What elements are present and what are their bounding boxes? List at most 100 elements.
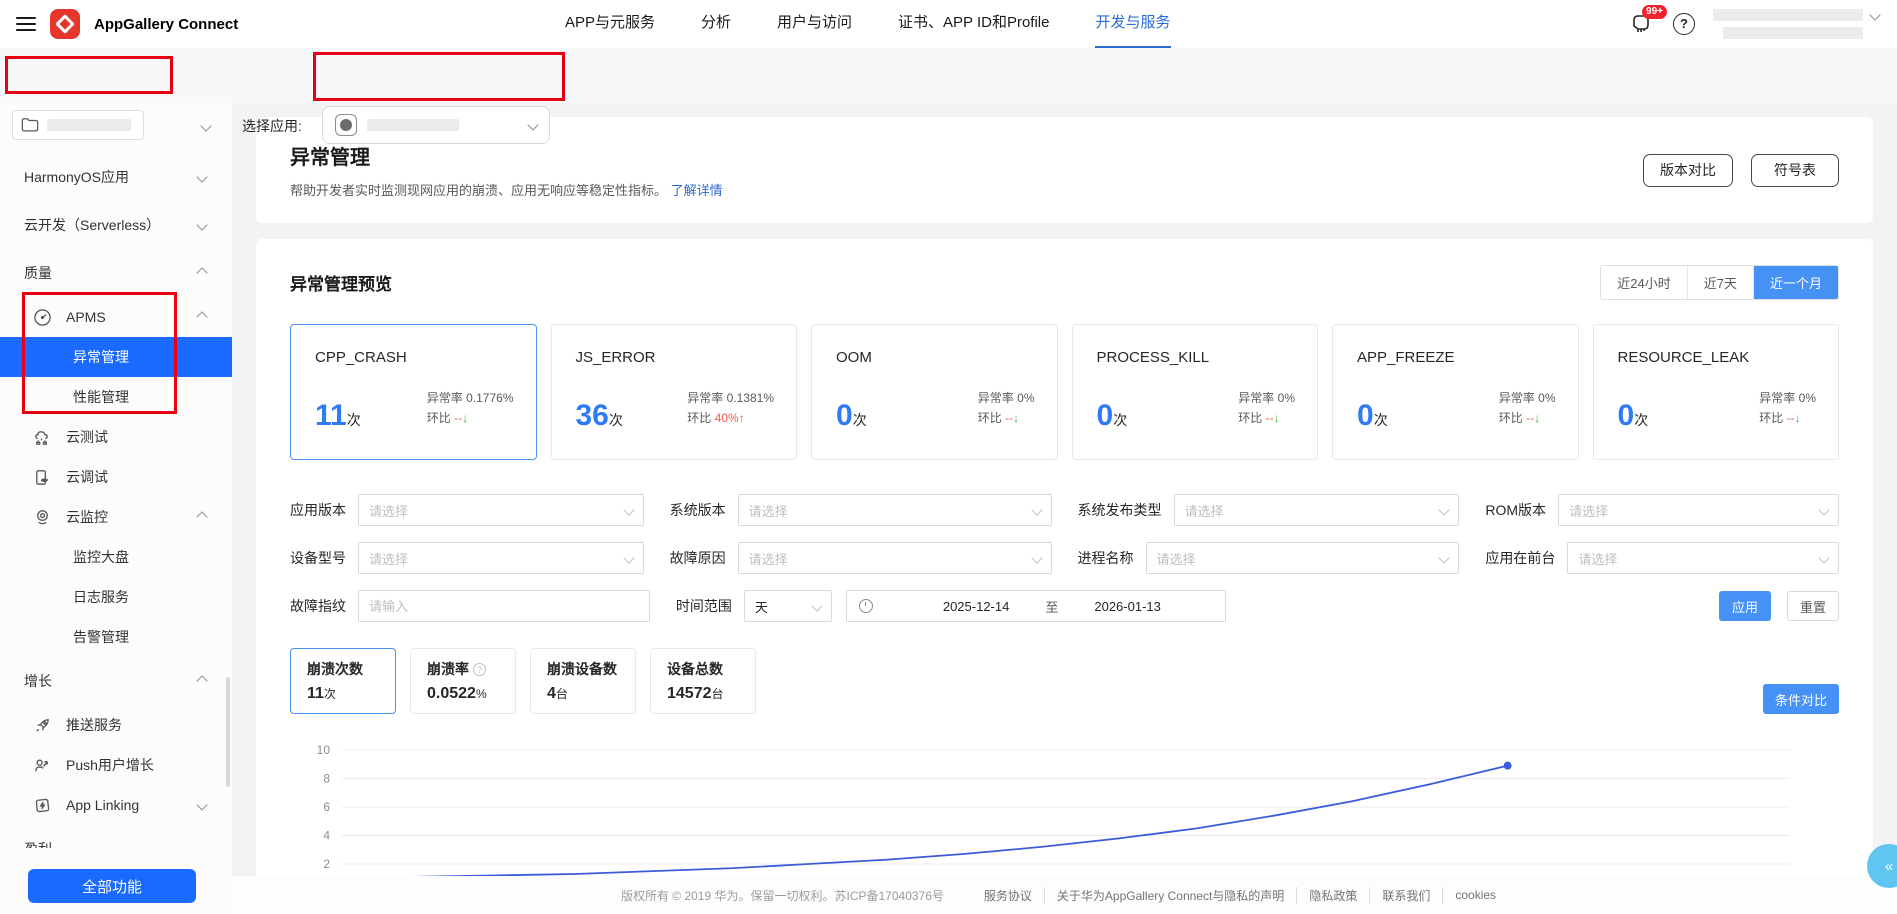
- user-growth-icon: [32, 755, 52, 775]
- notification-bell-icon[interactable]: 99+: [1629, 5, 1667, 37]
- process-name-select[interactable]: 请选择: [1145, 542, 1460, 574]
- sidebar-item-cloud-test[interactable]: 云测试: [0, 417, 232, 457]
- time-filter-7d[interactable]: 近7天: [1687, 266, 1754, 299]
- granularity-select[interactable]: 天: [743, 590, 832, 622]
- fault-reason-select[interactable]: 请选择: [737, 542, 1052, 574]
- nav-cert-appid-profile[interactable]: 证书、APP ID和Profile: [898, 0, 1049, 48]
- sidebar-item-apms[interactable]: APMS: [0, 297, 232, 337]
- chevron-up-icon: [196, 311, 208, 323]
- footer-link-terms[interactable]: 服务协议: [972, 886, 1045, 904]
- time-filter-group: 近24小时 近7天 近一个月: [1600, 265, 1839, 300]
- sidebar-section-quality[interactable]: 质量: [0, 249, 232, 297]
- overview-title: 异常管理预览: [290, 275, 392, 294]
- chevron-down-icon: [622, 552, 635, 564]
- fault-fingerprint-field: [358, 590, 650, 622]
- sidebar-item-harmonyos-app[interactable]: HarmonyOS应用: [0, 153, 232, 201]
- sidebar-section-growth[interactable]: 增长: [0, 657, 232, 705]
- metric-card-resource-leak[interactable]: RESOURCE_LEAK 0次 异常率 0% 环比 --↓: [1592, 324, 1839, 460]
- chevron-down-icon: [1869, 9, 1881, 21]
- start-date: 2025-12-14: [942, 598, 1010, 614]
- copyright-text: 版权所有 © 2019 华为。保留一切权利。苏ICP备17040376号: [620, 888, 944, 903]
- sidebar-item-push-user-growth[interactable]: Push用户增长: [0, 745, 232, 785]
- footer-link-contact[interactable]: 联系我们: [1370, 886, 1444, 904]
- choose-app-label: 选择应用:: [242, 118, 302, 134]
- rom-version-select[interactable]: 请选择: [1558, 494, 1839, 526]
- stat-crash-count[interactable]: 崩溃次数 11次: [290, 648, 396, 714]
- sidebar-item-log-service[interactable]: 日志服务: [0, 577, 232, 617]
- metric-card-js-error[interactable]: JS_ERROR 36次 异常率 0.1381% 环比 40%↑: [550, 324, 797, 460]
- svg-text:6: 6: [323, 800, 330, 814]
- project-selector[interactable]: [12, 110, 144, 140]
- sidebar-item-monitor-dashboard[interactable]: 监控大盘: [0, 537, 232, 577]
- os-version-select[interactable]: 请选择: [737, 494, 1052, 526]
- nav-app-services[interactable]: APP与元服务: [565, 0, 655, 48]
- help-icon[interactable]: ?: [1673, 13, 1695, 35]
- os-release-type-select[interactable]: 请选择: [1173, 494, 1460, 526]
- chevron-down-icon: [1030, 552, 1043, 564]
- sidebar-item-exception-management[interactable]: 异常管理: [0, 337, 232, 377]
- stat-tab-row: 崩溃次数 11次 崩溃率? 0.0522% 崩溃设备数 4台 设备总数 1457…: [290, 648, 1839, 714]
- condition-compare-button[interactable]: 条件对比: [1762, 684, 1839, 714]
- apply-button[interactable]: 应用: [1718, 591, 1771, 621]
- sidebar-item-cloud-debug[interactable]: 云调试: [0, 457, 232, 497]
- footer-link-cookies[interactable]: cookies: [1443, 888, 1508, 902]
- footer-link-privacy-policy[interactable]: 隐私政策: [1297, 886, 1371, 904]
- symbol-table-button[interactable]: 符号表: [1751, 153, 1839, 187]
- sidebar-item-alert-management[interactable]: 告警管理: [0, 617, 232, 657]
- sidebar-item-app-linking[interactable]: App Linking: [0, 785, 232, 825]
- sidebar-scrollbar[interactable]: [226, 677, 230, 787]
- sidebar-item-cloud-dev[interactable]: 云开发（Serverless）: [0, 201, 232, 249]
- sidebar-item-performance-management[interactable]: 性能管理: [0, 377, 232, 417]
- metric-card-cpp-crash[interactable]: CPP_CRASH 11次 异常率 0.1776% 环比 --↓: [290, 324, 537, 460]
- app-selector[interactable]: [322, 106, 550, 144]
- info-icon: ?: [473, 662, 486, 676]
- sidebar-item-cloud-monitor[interactable]: 云监控: [0, 497, 232, 537]
- chevron-down-icon: [527, 119, 539, 131]
- nav-develop-services[interactable]: 开发与服务: [1095, 0, 1171, 48]
- stat-crash-rate[interactable]: 崩溃率? 0.0522%: [410, 648, 516, 714]
- all-features-button[interactable]: 全部功能: [28, 869, 196, 903]
- reset-button[interactable]: 重置: [1786, 591, 1839, 621]
- nav-analytics[interactable]: 分析: [701, 0, 731, 48]
- device-model-select[interactable]: 请选择: [358, 542, 644, 574]
- main-content: 异常管理 帮助开发者实时监测现网应用的崩溃、应用无响应等稳定性指标。 了解详情 …: [232, 103, 1897, 914]
- user-account-area[interactable]: [1713, 9, 1883, 39]
- chevron-down-icon: [622, 504, 635, 516]
- trend-down-arrow: ↓: [1273, 411, 1280, 426]
- redacted-account-info: [1723, 27, 1863, 39]
- footer-link-privacy-statement[interactable]: 关于华为AppGallery Connect与隐私的声明: [1045, 886, 1298, 904]
- fault-fingerprint-input[interactable]: [369, 598, 639, 614]
- monitor-camera-icon: [32, 507, 52, 527]
- time-filter-1m[interactable]: 近一个月: [1753, 266, 1838, 299]
- svg-text:2: 2: [323, 857, 330, 871]
- time-filter-24h[interactable]: 近24小时: [1601, 266, 1688, 299]
- stat-total-devices[interactable]: 设备总数 14572台: [650, 648, 756, 714]
- sidebar: 项目设置 HarmonyOS应用 云开发（Serverless） 质量 APMS…: [0, 103, 232, 914]
- metric-card-row: CPP_CRASH 11次 异常率 0.1776% 环比 --↓ JS_ERRO…: [290, 324, 1839, 460]
- stat-crash-devices[interactable]: 崩溃设备数 4台: [530, 648, 636, 714]
- nav-users-access[interactable]: 用户与访问: [777, 0, 852, 48]
- metric-card-process-kill[interactable]: PROCESS_KILL 0次 异常率 0% 环比 --↓: [1071, 324, 1318, 460]
- page-description: 帮助开发者实时监测现网应用的崩溃、应用无响应等稳定性指标。 了解详情: [290, 183, 723, 198]
- app-foreground-select[interactable]: 请选择: [1567, 542, 1839, 574]
- appgallery-logo: [50, 9, 80, 39]
- date-range-picker[interactable]: 2025-12-14 至 2026-01-13: [845, 590, 1226, 622]
- chevron-down-icon: [811, 600, 823, 612]
- learn-more-link[interactable]: 了解详情: [671, 183, 723, 198]
- svg-text:4: 4: [323, 829, 330, 843]
- chevron-up-icon: [196, 267, 208, 279]
- metric-card-app-freeze[interactable]: APP_FREEZE 0次 异常率 0% 环比 --↓: [1332, 324, 1579, 460]
- app-linking-icon: [32, 795, 52, 815]
- end-date: 2026-01-13: [1094, 598, 1161, 614]
- svg-text:8: 8: [323, 772, 330, 786]
- project-app-selector-bar: 选择应用:: [0, 48, 1897, 144]
- chevron-up-icon: [196, 511, 208, 523]
- version-compare-button[interactable]: 版本对比: [1643, 153, 1733, 187]
- sidebar-item-push-service[interactable]: 推送服务: [0, 705, 232, 745]
- chevron-down-icon: [1818, 504, 1830, 516]
- page-title: 异常管理: [290, 147, 370, 169]
- top-bar: AppGallery Connect APP与元服务 分析 用户与访问 证书、A…: [0, 0, 1897, 48]
- app-version-select[interactable]: 请选择: [358, 494, 644, 526]
- hamburger-menu-icon[interactable]: [16, 17, 36, 31]
- metric-card-oom[interactable]: OOM 0次 异常率 0% 环比 --↓: [811, 324, 1058, 460]
